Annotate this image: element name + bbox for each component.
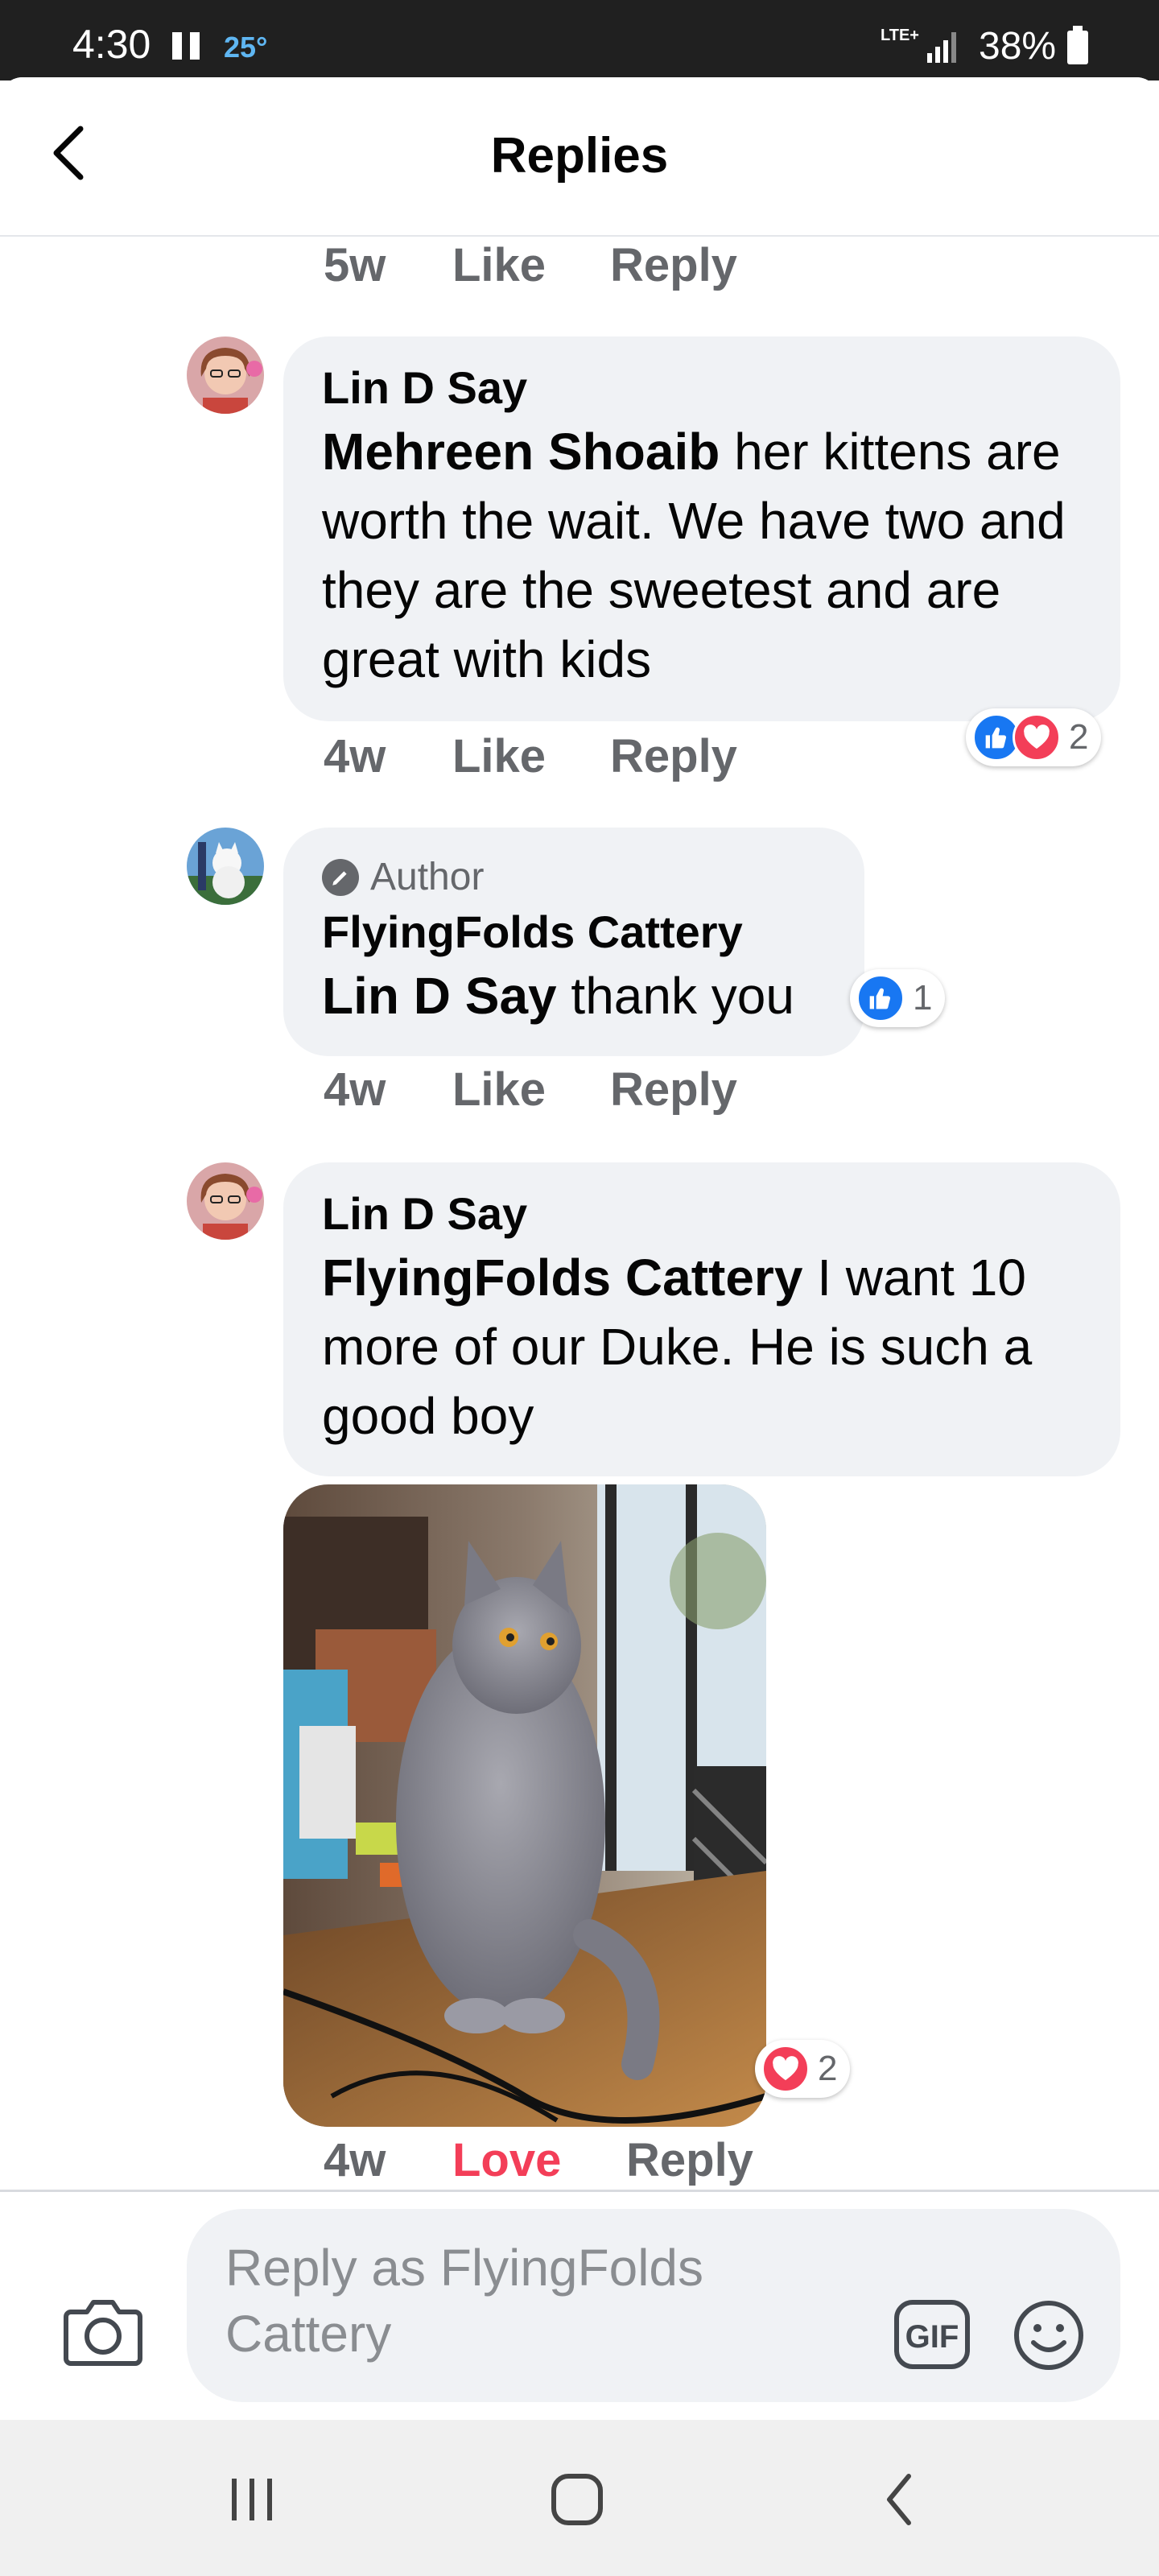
battery-text: 38%	[979, 25, 1057, 68]
home-icon	[551, 2474, 603, 2525]
comment-author[interactable]: Lin D Say	[322, 1185, 1082, 1243]
mention[interactable]: FlyingFolds Cattery	[322, 1249, 802, 1307]
love-reaction-icon	[1013, 713, 1061, 762]
comment-time: 4w	[324, 730, 386, 782]
recent-apps-button[interactable]	[216, 2463, 288, 2536]
gif-label: GIF	[905, 2319, 959, 2355]
camera-icon	[64, 2300, 142, 2366]
reply-button[interactable]: Reply	[610, 1063, 737, 1117]
battery-icon	[1067, 26, 1088, 64]
comment-author[interactable]: Lin D Say	[322, 359, 1082, 417]
comment-time: 4w	[324, 1063, 386, 1116]
recent-apps-icon	[232, 2479, 272, 2520]
love-button[interactable]: Love	[452, 2133, 561, 2187]
cat-photo	[283, 1484, 766, 2127]
back-chevron-icon	[887, 2474, 911, 2525]
reaction-summary[interactable]: 1	[850, 969, 946, 1027]
camera-button[interactable]	[63, 2294, 143, 2367]
reaction-count: 2	[818, 2049, 838, 2088]
comment-bubble[interactable]: Lin D Say Mehreen Shoaib her kittens are…	[283, 336, 1120, 721]
comment-body: thank you	[556, 967, 794, 1025]
status-time: 4:30	[72, 22, 151, 67]
status-bar: 4:30 25° LTE+ 38%	[0, 0, 1159, 80]
signal-icon	[927, 32, 956, 63]
author-badge: Author	[322, 852, 826, 903]
comment-time: 4w	[324, 2134, 386, 2186]
reaction-summary[interactable]: 2	[755, 2040, 851, 2098]
gif-button[interactable]: GIF	[893, 2299, 971, 2370]
avatar[interactable]	[187, 828, 264, 905]
reply-button[interactable]: Reply	[610, 238, 737, 292]
comment-text: Lin D Say thank you	[322, 961, 826, 1030]
comment-text: FlyingFolds Cattery I want 10 more of ou…	[322, 1243, 1082, 1451]
smiley-icon	[1014, 2301, 1083, 2370]
reply-input[interactable]: Reply as FlyingFolds Cattery	[187, 2209, 1120, 2402]
reply-button[interactable]: Reply	[626, 2133, 753, 2187]
author-badge-label: Author	[370, 856, 485, 898]
pencil-icon	[322, 859, 359, 896]
reply-button[interactable]: Reply	[610, 729, 737, 783]
temperature-text: 25°	[224, 31, 268, 64]
network-type: LTE+	[881, 27, 919, 44]
reply-input-placeholder: Reply as FlyingFolds Cattery	[225, 2239, 703, 2363]
comment-bubble[interactable]: Lin D Say FlyingFolds Cattery I want 10 …	[283, 1162, 1120, 1476]
reaction-count: 1	[913, 978, 933, 1018]
comment-text: Mehreen Shoaib her kittens are worth the…	[322, 417, 1082, 694]
user-photo	[187, 336, 264, 414]
user-photo	[187, 1162, 264, 1240]
comment-bubble[interactable]: Author FlyingFolds Cattery Lin D Say tha…	[283, 828, 864, 1056]
love-reaction-icon	[761, 2045, 810, 2093]
cattery-logo	[187, 828, 264, 905]
comment-time: 5w	[324, 239, 386, 291]
like-button[interactable]: Like	[452, 238, 546, 292]
reaction-summary[interactable]: 2	[966, 708, 1102, 766]
avatar[interactable]	[187, 336, 264, 414]
reaction-count: 2	[1069, 717, 1089, 757]
like-button[interactable]: Like	[452, 1063, 546, 1117]
system-back-button[interactable]	[863, 2463, 935, 2536]
avatar[interactable]	[187, 1162, 264, 1240]
like-button[interactable]: Like	[452, 729, 546, 783]
emoji-button[interactable]	[1013, 2299, 1085, 2372]
mention[interactable]: Mehreen Shoaib	[322, 423, 720, 481]
pause-icon	[172, 32, 201, 60]
mention[interactable]: Lin D Say	[322, 967, 557, 1025]
comment-author[interactable]: FlyingFolds Cattery	[322, 903, 826, 961]
like-reaction-icon	[856, 974, 905, 1022]
gif-icon: GIF	[894, 2300, 970, 2369]
home-button[interactable]	[541, 2463, 613, 2536]
comment-photo[interactable]	[283, 1484, 766, 2127]
page-title: Replies	[490, 128, 669, 184]
